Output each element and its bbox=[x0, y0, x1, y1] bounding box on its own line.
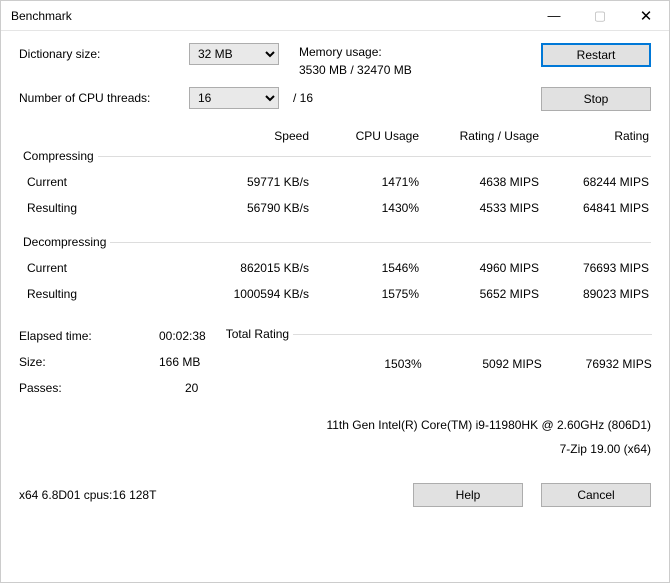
row-label: Resulting bbox=[19, 201, 199, 215]
elapsed-value: 00:02:38 bbox=[159, 329, 206, 343]
app-version: 7-Zip 19.00 (x64) bbox=[19, 437, 651, 461]
memory-usage-value: 3530 MB / 32470 MB bbox=[299, 61, 541, 79]
decompressing-group: Decompressing Current 862015 KB/s 1546% … bbox=[19, 235, 651, 309]
row-label: Resulting bbox=[19, 287, 199, 301]
header-cpu: CPU Usage bbox=[309, 129, 419, 143]
cell-ratio: 4533 MIPS bbox=[419, 201, 539, 215]
column-headers: Speed CPU Usage Rating / Usage Rating bbox=[19, 129, 651, 143]
dictionary-size-label: Dictionary size: bbox=[19, 43, 189, 61]
total-rating-group: Total Rating 1503% 5092 MIPS 76932 MIPS bbox=[222, 327, 652, 375]
cell-rating: 68244 MIPS bbox=[539, 175, 649, 189]
content: Dictionary size: 32 MB Memory usage: 353… bbox=[1, 31, 669, 519]
table-row: 1503% 5092 MIPS 76932 MIPS bbox=[222, 347, 652, 373]
close-button[interactable]: ✕ bbox=[623, 1, 669, 31]
cell-cpu: 1546% bbox=[309, 261, 419, 275]
cpu-info: 11th Gen Intel(R) Core(TM) i9-11980HK @ … bbox=[19, 413, 651, 437]
cell-rating: 64841 MIPS bbox=[539, 201, 649, 215]
window-title: Benchmark bbox=[11, 9, 531, 23]
help-button[interactable]: Help bbox=[413, 483, 523, 507]
table-row: Resulting 56790 KB/s 1430% 4533 MIPS 648… bbox=[19, 195, 651, 221]
stats: Elapsed time: 00:02:38 Size: 166 MB Pass… bbox=[19, 323, 206, 401]
size-value: 166 MB bbox=[159, 355, 200, 369]
cell-rating: 76932 MIPS bbox=[542, 357, 652, 371]
cancel-button[interactable]: Cancel bbox=[541, 483, 651, 507]
cell-cpu: 1575% bbox=[309, 287, 419, 301]
cell-ratio: 4960 MIPS bbox=[419, 261, 539, 275]
cell-cpu: 1503% bbox=[312, 357, 422, 371]
maximize-button[interactable]: ▢ bbox=[577, 1, 623, 31]
cell-rating: 76693 MIPS bbox=[539, 261, 649, 275]
total-rating-legend: Total Rating bbox=[222, 327, 293, 341]
row-label: Current bbox=[19, 175, 199, 189]
cell-speed: 1000594 KB/s bbox=[199, 287, 309, 301]
table-row: Resulting 1000594 KB/s 1575% 5652 MIPS 8… bbox=[19, 281, 651, 307]
compressing-legend: Compressing bbox=[19, 149, 98, 163]
cell-speed: 56790 KB/s bbox=[199, 201, 309, 215]
elapsed-label: Elapsed time: bbox=[19, 329, 159, 343]
stop-button[interactable]: Stop bbox=[541, 87, 651, 111]
dictionary-size-select[interactable]: 32 MB bbox=[189, 43, 279, 65]
table-row: Current 59771 KB/s 1471% 4638 MIPS 68244… bbox=[19, 169, 651, 195]
memory-usage-label: Memory usage: bbox=[299, 43, 541, 61]
restart-button[interactable]: Restart bbox=[541, 43, 651, 67]
cell-speed: 59771 KB/s bbox=[199, 175, 309, 189]
decompressing-legend: Decompressing bbox=[19, 235, 110, 249]
header-speed: Speed bbox=[199, 129, 309, 143]
cell-rating: 89023 MIPS bbox=[539, 287, 649, 301]
header-ratio: Rating / Usage bbox=[419, 129, 539, 143]
cell-ratio: 5092 MIPS bbox=[422, 357, 542, 371]
threads-total: / 16 bbox=[289, 87, 313, 105]
titlebar: Benchmark — ▢ ✕ bbox=[1, 1, 669, 31]
threads-label: Number of CPU threads: bbox=[19, 87, 189, 105]
system-info: 11th Gen Intel(R) Core(TM) i9-11980HK @ … bbox=[19, 413, 651, 461]
passes-label: Passes: bbox=[19, 381, 159, 395]
cell-cpu: 1471% bbox=[309, 175, 419, 189]
cell-cpu: 1430% bbox=[309, 201, 419, 215]
table-row: Current 862015 KB/s 1546% 4960 MIPS 7669… bbox=[19, 255, 651, 281]
header-rating: Rating bbox=[539, 129, 649, 143]
cell-speed: 862015 KB/s bbox=[199, 261, 309, 275]
threads-select[interactable]: 16 bbox=[189, 87, 279, 109]
compressing-group: Compressing Current 59771 KB/s 1471% 463… bbox=[19, 149, 651, 223]
size-label: Size: bbox=[19, 355, 159, 369]
cell-ratio: 5652 MIPS bbox=[419, 287, 539, 301]
minimize-button[interactable]: — bbox=[531, 1, 577, 31]
row-label: Current bbox=[19, 261, 199, 275]
cell-ratio: 4638 MIPS bbox=[419, 175, 539, 189]
passes-value: 20 bbox=[159, 381, 198, 395]
build-info: x64 6.8D01 cpus:16 128T bbox=[19, 488, 413, 502]
